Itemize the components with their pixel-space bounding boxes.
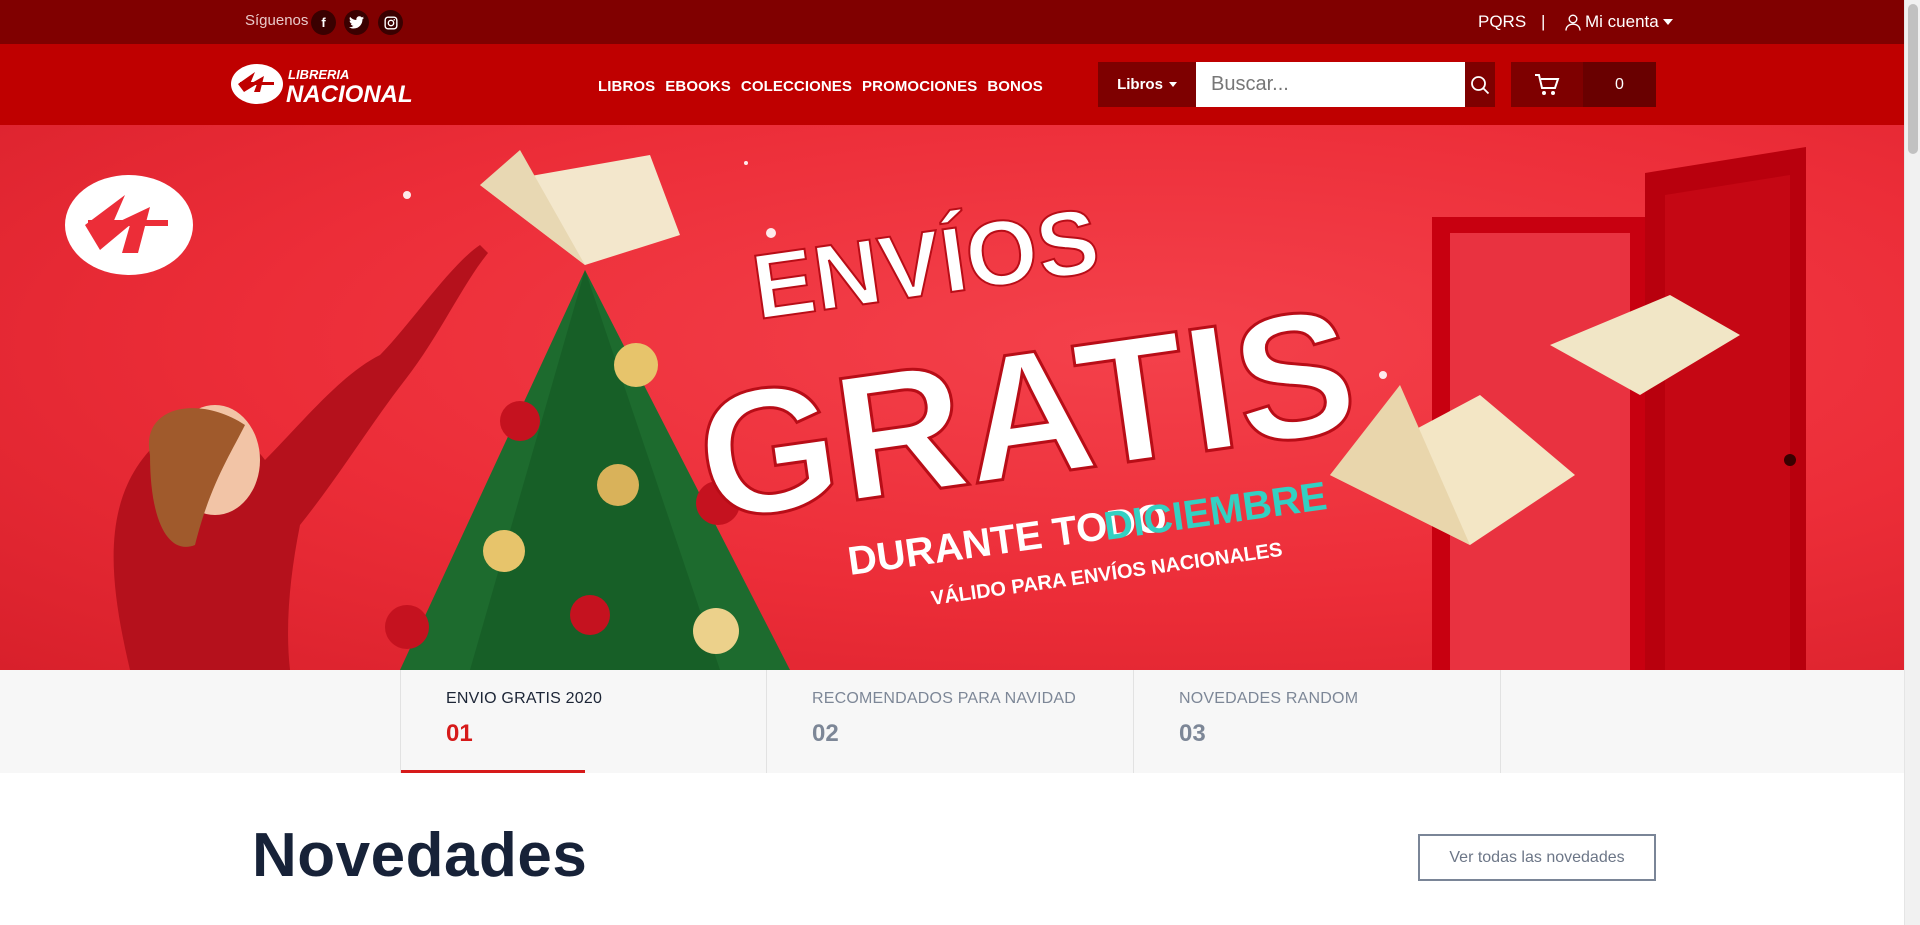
banner-tabs: ENVIO GRATIS 2020 01 RECOMENDADOS PARA N…: [0, 670, 1904, 773]
logo-top-text: LIBRERIA: [288, 67, 349, 82]
hero-artwork: ENVÍOS GRATIS DURANTE TODO DICIEMBRE VÁL…: [65, 147, 1806, 670]
instagram-glyph: [383, 15, 398, 30]
cart-count: 0: [1583, 62, 1656, 107]
logo[interactable]: LIBRERIA NACIONAL: [230, 62, 435, 108]
category-select[interactable]: Libros: [1098, 62, 1196, 107]
tab-title: ENVIO GRATIS 2020: [446, 690, 603, 707]
separator: |: [1541, 12, 1546, 31]
caret-down-icon: [1662, 19, 1673, 25]
tab-novedades-random[interactable]: NOVEDADES RANDOM 03: [1134, 670, 1501, 773]
tab-title: RECOMENDADOS PARA NAVIDAD: [812, 690, 1077, 707]
pqrs-link[interactable]: PQRS: [1478, 12, 1526, 32]
follow-label: Síguenos: [245, 12, 309, 29]
cart-icon-wrap: [1511, 62, 1583, 107]
caret-down-icon: [1168, 82, 1177, 87]
menu-item-bonos[interactable]: BONOS: [987, 78, 1043, 95]
twitter-glyph: [349, 16, 364, 29]
tab-number: 03: [1179, 720, 1206, 747]
section-title: Novedades: [252, 821, 588, 890]
logo-bottom-text: NACIONAL: [286, 81, 413, 106]
tab-number: 01: [446, 720, 473, 747]
tab-recomendados[interactable]: RECOMENDADOS PARA NAVIDAD 02: [767, 670, 1134, 773]
menu-item-libros[interactable]: LIBROS: [598, 78, 655, 95]
hero-banner[interactable]: ENVÍOS GRATIS DURANTE TODO DICIEMBRE VÁL…: [0, 125, 1904, 670]
top-bar: Síguenos f PQRS | Mi cuenta: [0, 0, 1904, 44]
facebook-glyph: f: [321, 15, 326, 30]
search-input[interactable]: [1196, 62, 1465, 107]
view-all-button[interactable]: Ver todas las novedades: [1418, 834, 1656, 881]
instagram-icon[interactable]: [378, 10, 403, 35]
account-menu[interactable]: Mi cuenta: [1565, 12, 1673, 32]
scrollbar-thumb[interactable]: [1908, 4, 1918, 154]
menu-item-ebooks[interactable]: EBOOKS: [665, 78, 731, 95]
search-button[interactable]: [1465, 62, 1495, 107]
main-menu: LIBROS EBOOKS COLECCIONES PROMOCIONES BO…: [598, 78, 1043, 95]
account-label: Mi cuenta: [1585, 12, 1659, 31]
logo-mark: LIBRERIA NACIONAL: [231, 64, 413, 108]
hero-text: ENVÍOS GRATIS DURANTE TODO DICIEMBRE VÁL…: [685, 188, 1369, 610]
main-navbar: LIBRERIA NACIONAL LIBROS EBOOKS COLECCIO…: [0, 44, 1904, 125]
user-icon: [1565, 14, 1581, 31]
tab-title: NOVEDADES RANDOM: [1179, 690, 1359, 707]
book-top: [480, 150, 680, 265]
tab-envio-gratis[interactable]: ENVIO GRATIS 2020 01: [400, 670, 767, 773]
twitter-icon[interactable]: [344, 10, 369, 35]
menu-item-promociones[interactable]: PROMOCIONES: [862, 78, 977, 95]
cart-icon: [1535, 73, 1560, 95]
scrollbar[interactable]: [1904, 0, 1920, 925]
banner-logo-icon: [65, 175, 193, 275]
tab-number: 02: [812, 720, 839, 747]
menu-item-colecciones[interactable]: COLECCIONES: [741, 78, 852, 95]
category-label: Libros: [1117, 76, 1163, 93]
search-icon: [1471, 75, 1490, 94]
active-tab-indicator: [401, 770, 585, 773]
cart-button[interactable]: 0: [1511, 62, 1656, 107]
facebook-icon[interactable]: f: [311, 10, 336, 35]
